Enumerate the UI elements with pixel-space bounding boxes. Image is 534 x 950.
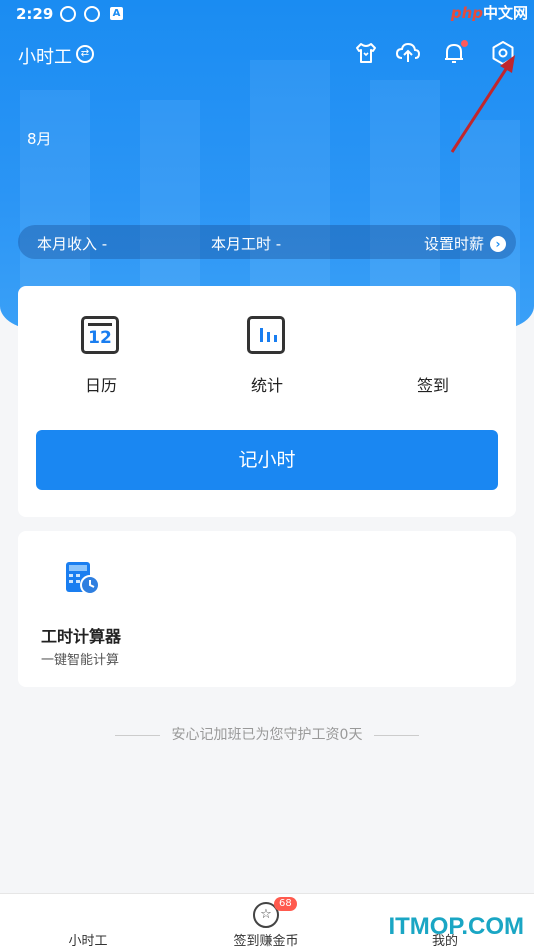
settings-icon[interactable]: [490, 40, 516, 66]
stats-icon: [247, 316, 287, 356]
tab-hourly-work[interactable]: 小时工: [28, 894, 148, 950]
tab-label: 签到赚金币: [233, 934, 299, 949]
calendar-icon: 12: [81, 316, 121, 356]
calculator-icon: [66, 562, 100, 595]
status-a-icon: A: [110, 7, 123, 20]
check-in-label: 签到: [416, 376, 449, 395]
shirt-icon[interactable]: [353, 40, 379, 66]
cloud-upload-icon[interactable]: [395, 40, 421, 66]
set-wage-label: 设置时薪: [423, 235, 484, 253]
watermark-top: php中文网: [450, 4, 528, 22]
record-hours-button[interactable]: 记小时: [36, 430, 498, 490]
notification-icon: [60, 6, 76, 22]
calendar-label: 日历: [84, 376, 117, 395]
status-time: 2:29: [16, 5, 54, 23]
stats-action[interactable]: 统计: [217, 316, 317, 396]
monthly-income: 本月收入 -: [37, 235, 108, 253]
notification-dot: [461, 40, 468, 47]
divider: [114, 734, 160, 736]
divider: [374, 734, 420, 736]
bell-icon[interactable]: [441, 40, 468, 66]
calculator-title: 工时计算器: [41, 627, 122, 646]
tab-check-in-coins[interactable]: ☆ 68 签到赚金币: [206, 894, 326, 950]
protection-note: 安心记加班已为您守护工资0天: [0, 724, 534, 744]
tab-label: 小时工: [68, 934, 108, 949]
check-in-action[interactable]: 签到: [383, 316, 483, 396]
switch-icon[interactable]: ⇄: [76, 45, 94, 63]
chevron-right-icon: ›: [490, 235, 506, 252]
notification-badge: 68: [274, 897, 297, 911]
check-in-icon: [413, 316, 453, 356]
month-label[interactable]: 8月: [27, 128, 52, 149]
monthly-summary-bar: 本月收入 - 本月工时 - 设置时薪 ›: [18, 225, 516, 259]
top-bar: 小时工 ⇄: [0, 36, 534, 72]
hours-calculator-card[interactable]: 工时计算器 一键智能计算: [18, 531, 516, 687]
main-card: 12 日历 统计 签到 记小时: [18, 286, 516, 517]
status-bar: 2:29 A php中文网: [0, 0, 534, 28]
watermark-bottom: ITMOP.COM: [388, 913, 524, 940]
calculator-subtitle: 一键智能计算: [41, 653, 120, 668]
notification-icon: [84, 6, 100, 22]
calendar-action[interactable]: 12 日历: [51, 316, 151, 396]
app-title[interactable]: 小时工: [18, 43, 72, 69]
stats-label: 统计: [250, 376, 283, 395]
set-wage-button[interactable]: 设置时薪 ›: [424, 233, 506, 254]
monthly-hours: 本月工时 -: [211, 235, 282, 253]
